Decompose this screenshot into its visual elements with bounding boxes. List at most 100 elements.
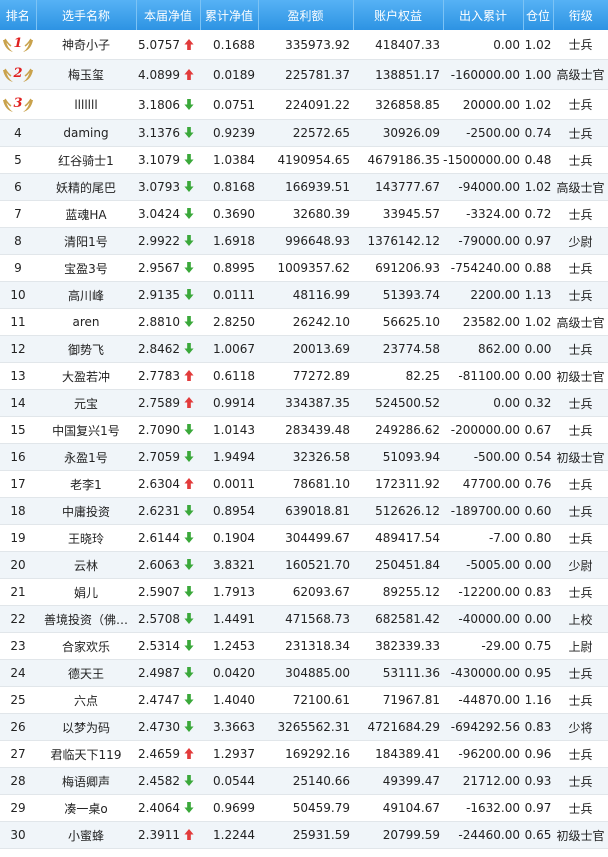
rank-title: 士兵 bbox=[553, 254, 608, 282]
cash-flow: -2500.00 bbox=[443, 119, 524, 147]
rank-number: 10 bbox=[0, 281, 36, 309]
header-profit[interactable]: 盈利额 bbox=[258, 0, 354, 30]
table-row[interactable]: 5 红谷骑士1 3.1079 1.0384 4190954.65 4679186.35 -1… bbox=[0, 146, 608, 174]
player-name[interactable]: 御势飞 bbox=[36, 335, 136, 363]
position-ratio: 0.67 bbox=[523, 416, 554, 444]
table-row[interactable]: 3 lllllll 3.1806 0.0751 224091.22 326858.85 20… bbox=[0, 89, 608, 120]
profit-amount: 996648.93 bbox=[258, 227, 354, 255]
rank-number: 24 bbox=[0, 659, 36, 687]
table-row[interactable]: 18 中庸投资 2.6231 0.8954 639018.81 512626.12 -189… bbox=[0, 497, 608, 525]
arrow-down-icon bbox=[184, 316, 195, 327]
player-name[interactable]: 善境投资（佛… bbox=[36, 605, 136, 633]
profit-amount: 26242.10 bbox=[258, 308, 354, 336]
account-equity: 33945.57 bbox=[353, 200, 444, 228]
trend-cell bbox=[182, 740, 201, 768]
player-name[interactable]: daming bbox=[36, 119, 136, 147]
rank-number: 29 bbox=[0, 794, 36, 822]
header-equity[interactable]: 账户权益 bbox=[353, 0, 444, 30]
trend-cell bbox=[182, 30, 201, 60]
table-row[interactable]: 4 daming 3.1376 0.9239 22572.65 30926.09 -2500… bbox=[0, 119, 608, 147]
player-name[interactable]: 凑一桌o bbox=[36, 794, 136, 822]
player-name[interactable]: 以梦为码 bbox=[36, 713, 136, 741]
table-row[interactable]: 28 梅语卿声 2.4582 0.0544 25140.66 49399.47 21712.… bbox=[0, 767, 608, 795]
cumulative-nav: 1.9494 bbox=[200, 443, 259, 471]
table-row[interactable]: 13 大盈若冲 2.7783 0.6118 77272.89 82.25 -81100.00… bbox=[0, 362, 608, 390]
player-name[interactable]: 中庸投资 bbox=[36, 497, 136, 525]
player-name[interactable]: 云林 bbox=[36, 551, 136, 579]
table-row[interactable]: 26 以梦为码 2.4730 3.3663 3265562.31 4721684.29 -6… bbox=[0, 713, 608, 741]
player-name[interactable]: 蓝魂HA bbox=[36, 200, 136, 228]
rank-number: 7 bbox=[0, 200, 36, 228]
table-row[interactable]: 14 元宝 2.7589 0.9914 334387.35 524500.52 0.00 0.… bbox=[0, 389, 608, 417]
header-name[interactable]: 选手名称 bbox=[36, 0, 137, 30]
table-row[interactable]: 23 合家欢乐 2.5314 1.2453 231318.34 382339.33 -29.… bbox=[0, 632, 608, 660]
table-row[interactable]: 29 凑一桌o 2.4064 0.9699 50459.79 49104.67 -1632.… bbox=[0, 794, 608, 822]
header-position[interactable]: 仓位 bbox=[523, 0, 554, 30]
table-row[interactable]: 19 王晓玲 2.6144 0.1904 304499.67 489417.54 -7.00… bbox=[0, 524, 608, 552]
trend-cell bbox=[182, 767, 201, 795]
table-row[interactable]: 21 娟儿 2.5907 1.7913 62093.67 89255.12 -12200.0… bbox=[0, 578, 608, 606]
player-name[interactable]: 高川峰 bbox=[36, 281, 136, 309]
player-name[interactable]: 妖精的尾巴 bbox=[36, 173, 136, 201]
player-name[interactable]: 中国复兴1号 bbox=[36, 416, 136, 444]
header-title[interactable]: 衔级 bbox=[553, 0, 608, 30]
table-row[interactable]: 15 中国复兴1号 2.7090 1.0143 283439.48 249286.62 -2… bbox=[0, 416, 608, 444]
player-name[interactable]: 老李1 bbox=[36, 470, 136, 498]
player-name[interactable]: 神奇小子 bbox=[36, 30, 136, 60]
player-name[interactable]: 梅语卿声 bbox=[36, 767, 136, 795]
player-name[interactable]: 六点 bbox=[36, 686, 136, 714]
trend-cell bbox=[182, 227, 201, 255]
position-ratio: 0.76 bbox=[523, 470, 554, 498]
player-name[interactable]: 娟儿 bbox=[36, 578, 136, 606]
table-row[interactable]: 12 御势飞 2.8462 1.0067 20013.69 23774.58 862.00 0… bbox=[0, 335, 608, 363]
position-ratio: 1.16 bbox=[523, 686, 554, 714]
header-nav[interactable]: 本届净值 bbox=[136, 0, 201, 30]
arrow-down-icon bbox=[184, 343, 195, 354]
table-row[interactable]: 17 老李1 2.6304 0.0011 78681.10 172311.92 47700.… bbox=[0, 470, 608, 498]
table-row[interactable]: 16 永盈1号 2.7059 1.9494 32326.58 51093.94 -500.0… bbox=[0, 443, 608, 471]
arrow-down-icon bbox=[184, 694, 195, 705]
header-flow[interactable]: 出入累计 bbox=[443, 0, 524, 30]
account-equity: 512626.12 bbox=[353, 497, 444, 525]
table-row[interactable]: 7 蓝魂HA 3.0424 0.3690 32680.39 33945.57 -3324.0… bbox=[0, 200, 608, 228]
player-name[interactable]: 王晓玲 bbox=[36, 524, 136, 552]
table-row[interactable]: 30 小蜜蜂 2.3911 1.2244 25931.59 20799.59 -24460.… bbox=[0, 821, 608, 849]
player-name[interactable]: 永盈1号 bbox=[36, 443, 136, 471]
player-name[interactable]: 德天王 bbox=[36, 659, 136, 687]
player-name[interactable]: lllllll bbox=[36, 89, 136, 120]
player-name[interactable]: 君临天下119 bbox=[36, 740, 136, 768]
table-row[interactable]: 9 宝盈3号 2.9567 0.8995 1009357.62 691206.93 -754… bbox=[0, 254, 608, 282]
table-row[interactable]: 6 妖精的尾巴 3.0793 0.8168 166939.51 143777.67 -940… bbox=[0, 173, 608, 201]
cash-flow: -5005.00 bbox=[443, 551, 524, 579]
cumulative-nav: 0.8168 bbox=[200, 173, 259, 201]
table-row[interactable]: 2 梅玉玺 4.0899 0.0189 225781.37 138851.17 -16000… bbox=[0, 59, 608, 90]
player-name[interactable]: 宝盈3号 bbox=[36, 254, 136, 282]
player-name[interactable]: 清阳1号 bbox=[36, 227, 136, 255]
table-row[interactable]: 24 德天王 2.4987 0.0420 304885.00 53111.36 -43000… bbox=[0, 659, 608, 687]
table-row[interactable]: 25 六点 2.4747 1.4040 72100.61 71967.81 -44870.0… bbox=[0, 686, 608, 714]
table-row[interactable]: 11 aren 2.8810 2.8250 26242.10 56625.10 23582.… bbox=[0, 308, 608, 336]
table-row[interactable]: 27 君临天下119 2.4659 1.2937 169292.16 184389.41-… bbox=[0, 740, 608, 768]
table-row[interactable]: 10 高川峰 2.9135 0.0111 48116.99 51393.74 2200.00… bbox=[0, 281, 608, 309]
rank-number: 9 bbox=[0, 254, 36, 282]
header-cum-nav[interactable]: 累计净值 bbox=[200, 0, 259, 30]
trend-cell bbox=[182, 89, 201, 120]
table-row[interactable]: 20 云林 2.6063 3.8321 160521.70 250451.84 -5005.… bbox=[0, 551, 608, 579]
header-rank[interactable]: 排名 bbox=[0, 0, 37, 30]
player-name[interactable]: 元宝 bbox=[36, 389, 136, 417]
player-name[interactable]: 红谷骑士1 bbox=[36, 146, 136, 174]
cash-flow: -40000.00 bbox=[443, 605, 524, 633]
table-row[interactable]: 22 善境投资（佛… 2.5708 1.4491 471568.73 682581.42-… bbox=[0, 605, 608, 633]
player-name[interactable]: aren bbox=[36, 308, 136, 336]
cash-flow: 21712.00 bbox=[443, 767, 524, 795]
rank-title: 高级士官 bbox=[553, 173, 608, 201]
table-row[interactable]: 1 神奇小子 5.0757 0.1688 335973.92 418407.33 0.00 1… bbox=[0, 30, 608, 60]
player-name[interactable]: 小蜜蜂 bbox=[36, 821, 136, 849]
current-nav: 5.0757 bbox=[136, 30, 182, 60]
player-name[interactable]: 大盈若冲 bbox=[36, 362, 136, 390]
player-name[interactable]: 合家欢乐 bbox=[36, 632, 136, 660]
rank-cell: 3 bbox=[0, 89, 36, 120]
rank-number: 6 bbox=[0, 173, 36, 201]
table-row[interactable]: 8 清阳1号 2.9922 1.6918 996648.93 1376142.12 -790… bbox=[0, 227, 608, 255]
player-name[interactable]: 梅玉玺 bbox=[36, 59, 136, 90]
